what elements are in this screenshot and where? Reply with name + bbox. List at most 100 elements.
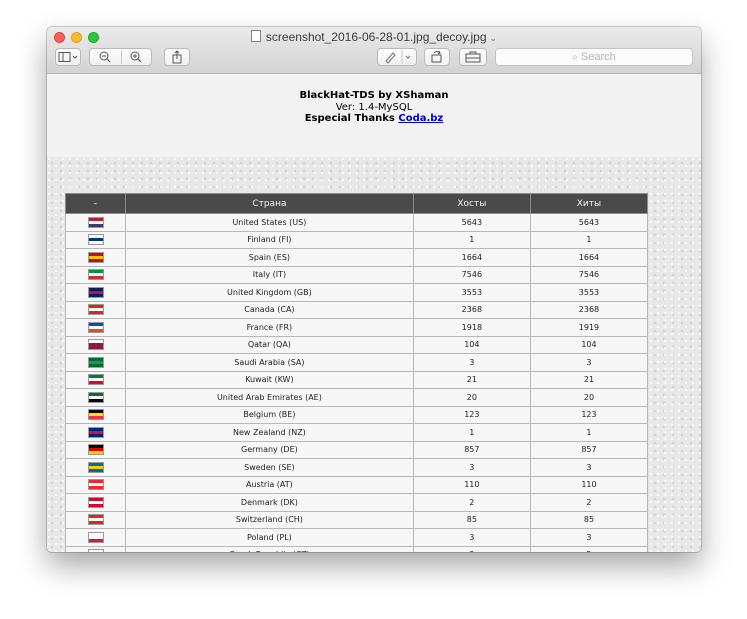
country-flag-icon <box>88 532 103 542</box>
country-flag-icon <box>88 357 103 367</box>
table-row: New Zealand (NZ) 1 1 <box>64 423 649 442</box>
country-flag-icon <box>88 270 103 280</box>
rotate-button[interactable] <box>424 48 450 66</box>
hits-cell: 857 <box>529 440 649 459</box>
hosts-cell: 2368 <box>412 300 531 319</box>
table-row: Italy (IT) 7546 7546 <box>64 265 649 284</box>
hosts-cell: 21 <box>412 370 531 389</box>
zoom-out-button[interactable] <box>90 49 121 65</box>
flag-cell <box>64 475 127 494</box>
thanks-link[interactable]: Coda.bz <box>398 113 443 124</box>
country-flag-icon <box>88 392 103 402</box>
table-row: Canada (CA) 2368 2368 <box>64 300 649 319</box>
country-cell: United States (US) <box>125 213 414 232</box>
country-cell: Switzerland (CH) <box>125 510 414 529</box>
hits-cell: 1 <box>529 230 649 249</box>
hits-cell: 85 <box>529 510 649 529</box>
country-flag-icon <box>88 287 103 297</box>
flag-cell <box>64 423 127 442</box>
country-flag-icon <box>88 410 103 420</box>
hits-cell: 2368 <box>529 300 649 319</box>
country-flag-icon <box>88 550 103 552</box>
table-row: United Kingdom (GB) 3553 3553 <box>64 283 649 302</box>
country-cell: Czech Republic (CZ) <box>125 545 414 552</box>
flag-cell <box>64 335 127 354</box>
markup-pen-button[interactable] <box>377 48 417 66</box>
chevron-down-icon: ⌄ <box>489 33 498 43</box>
table-row: United States (US) 5643 5643 <box>64 213 649 232</box>
zoom-in-icon <box>130 51 142 63</box>
app-version: Ver: 1.4-MySQL <box>335 102 413 113</box>
hosts-cell: 3553 <box>412 283 531 302</box>
hits-cell: 3 <box>529 528 649 547</box>
flag-cell <box>64 353 127 372</box>
country-cell: Poland (PL) <box>125 528 414 547</box>
toolbox-icon <box>465 51 481 63</box>
hits-cell: 5643 <box>529 213 649 232</box>
hosts-cell: 2 <box>412 545 531 552</box>
hosts-cell: 1918 <box>412 318 531 337</box>
hosts-cell: 110 <box>412 475 531 494</box>
hosts-cell: 3 <box>412 528 531 547</box>
country-flag-icon <box>88 515 103 525</box>
toolbox-button[interactable] <box>459 48 487 66</box>
country-flag-icon <box>88 480 103 490</box>
country-cell: France (FR) <box>125 318 414 337</box>
hits-cell: 104 <box>529 335 649 354</box>
share-button[interactable] <box>164 48 190 66</box>
flag-cell <box>64 370 127 389</box>
table-row: United Arab Emirates (AE) 20 20 <box>64 388 649 407</box>
window-title[interactable]: screenshot_2016-06-28-01.jpg_decoy.jpg ⌄ <box>47 29 701 45</box>
hits-cell: 1919 <box>529 318 649 337</box>
table-row: Sweden (SE) 3 3 <box>64 458 649 477</box>
hits-cell: 7546 <box>529 265 649 284</box>
country-cell: Denmark (DK) <box>125 493 414 512</box>
column-header-hosts: Хосты <box>412 193 531 214</box>
country-cell: Spain (ES) <box>125 248 414 267</box>
flag-cell <box>64 440 127 459</box>
table-row: Spain (ES) 1664 1664 <box>64 248 649 267</box>
country-cell: New Zealand (NZ) <box>125 423 414 442</box>
country-cell: Qatar (QA) <box>125 335 414 354</box>
flag-cell <box>64 283 127 302</box>
zoom-in-button[interactable] <box>122 49 152 65</box>
stats-table: - Страна Хосты Хиты United States (US) 56… <box>64 193 649 552</box>
table-row: Denmark (DK) 2 2 <box>64 493 649 512</box>
image-content: BlackHat-TDS by XShaman Ver: 1.4-MySQL E… <box>47 74 701 552</box>
country-cell: Kuwait (KW) <box>125 370 414 389</box>
country-cell: Saudi Arabia (SA) <box>125 353 414 372</box>
country-flag-icon <box>88 375 103 385</box>
flag-cell <box>64 213 127 232</box>
sidebar-toggle-button[interactable] <box>55 48 81 66</box>
hits-cell: 110 <box>529 475 649 494</box>
search-icon: ⌕ <box>572 52 578 63</box>
flag-cell <box>64 388 127 407</box>
country-cell: Austria (AT) <box>125 475 414 494</box>
flag-cell <box>64 265 127 284</box>
search-field[interactable]: ⌕ Search <box>495 48 693 66</box>
country-cell: Finland (FI) <box>125 230 414 249</box>
hosts-cell: 1664 <box>412 248 531 267</box>
table-row: Austria (AT) 110 110 <box>64 475 649 494</box>
country-cell: United Arab Emirates (AE) <box>125 388 414 407</box>
window-title-text: screenshot_2016-06-28-01.jpg_decoy.jpg <box>265 30 487 44</box>
hits-cell: 2 <box>529 493 649 512</box>
country-flag-icon <box>88 235 103 245</box>
column-header-hits: Хиты <box>529 193 649 214</box>
sidebar-icon <box>58 52 78 62</box>
hosts-cell: 2 <box>412 493 531 512</box>
hosts-cell: 3 <box>412 353 531 372</box>
table-row: Finland (FI) 1 1 <box>64 230 649 249</box>
country-flag-icon <box>88 322 103 332</box>
table-row: Poland (PL) 3 3 <box>64 528 649 547</box>
hits-cell: 2 <box>529 545 649 552</box>
country-flag-icon <box>88 252 103 262</box>
flag-cell <box>64 248 127 267</box>
search-placeholder: Search <box>580 51 616 63</box>
app-title: BlackHat-TDS by XShaman <box>299 90 449 101</box>
column-header-flag: - <box>64 193 127 214</box>
title-bar: screenshot_2016-06-28-01.jpg_decoy.jpg⌄ <box>47 27 701 74</box>
flag-cell <box>64 493 127 512</box>
hosts-cell: 5643 <box>412 213 531 232</box>
country-flag-icon <box>88 462 103 472</box>
